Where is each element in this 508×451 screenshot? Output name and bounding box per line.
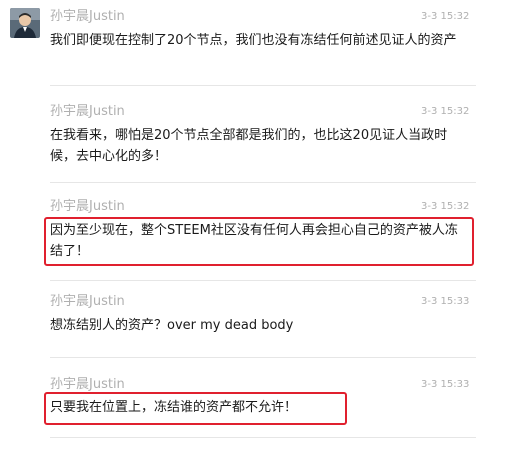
- timestamp: 3-3 15:32: [421, 11, 470, 22]
- chat-message: 孙宇晨Justin 3-3 15:32 我们即便现在控制了20个节点，我们也没有…: [0, 0, 508, 90]
- highlight-box: [44, 217, 474, 266]
- divider: [50, 357, 476, 358]
- avatar-photo-icon: [10, 8, 40, 38]
- chat-message: 孙宇晨Justin 3-3 15:33 想冻结别人的资产？over my dea…: [0, 285, 508, 355]
- highlight-box: [44, 392, 347, 425]
- sender-name[interactable]: 孙宇晨Justin: [50, 8, 125, 26]
- chat-message: 孙宇晨Justin 3-3 15:32 在我看来，哪怕是20个节点全部都是我们的…: [0, 95, 508, 185]
- message-text: 想冻结别人的资产？over my dead body: [50, 318, 294, 333]
- sender-name[interactable]: 孙宇晨Justin: [50, 293, 125, 311]
- divider: [50, 280, 476, 281]
- avatar[interactable]: [10, 8, 40, 38]
- sender-name[interactable]: 孙宇晨Justin: [50, 198, 125, 216]
- sender-name[interactable]: 孙宇晨Justin: [50, 103, 125, 121]
- message-text: 在我看来，哪怕是20个节点全部都是我们的，也比这20见证人当政时候，去中心化的多…: [50, 128, 448, 164]
- timestamp: 3-3 15:33: [421, 296, 470, 307]
- timestamp: 3-3 15:33: [421, 379, 470, 390]
- divider: [50, 182, 476, 183]
- divider: [50, 437, 476, 438]
- message-text: 我们即便现在控制了20个节点，我们也没有冻结任何前述见证人的资产: [50, 33, 457, 48]
- timestamp: 3-3 15:32: [421, 201, 470, 212]
- timestamp: 3-3 15:32: [421, 106, 470, 117]
- divider: [50, 85, 476, 86]
